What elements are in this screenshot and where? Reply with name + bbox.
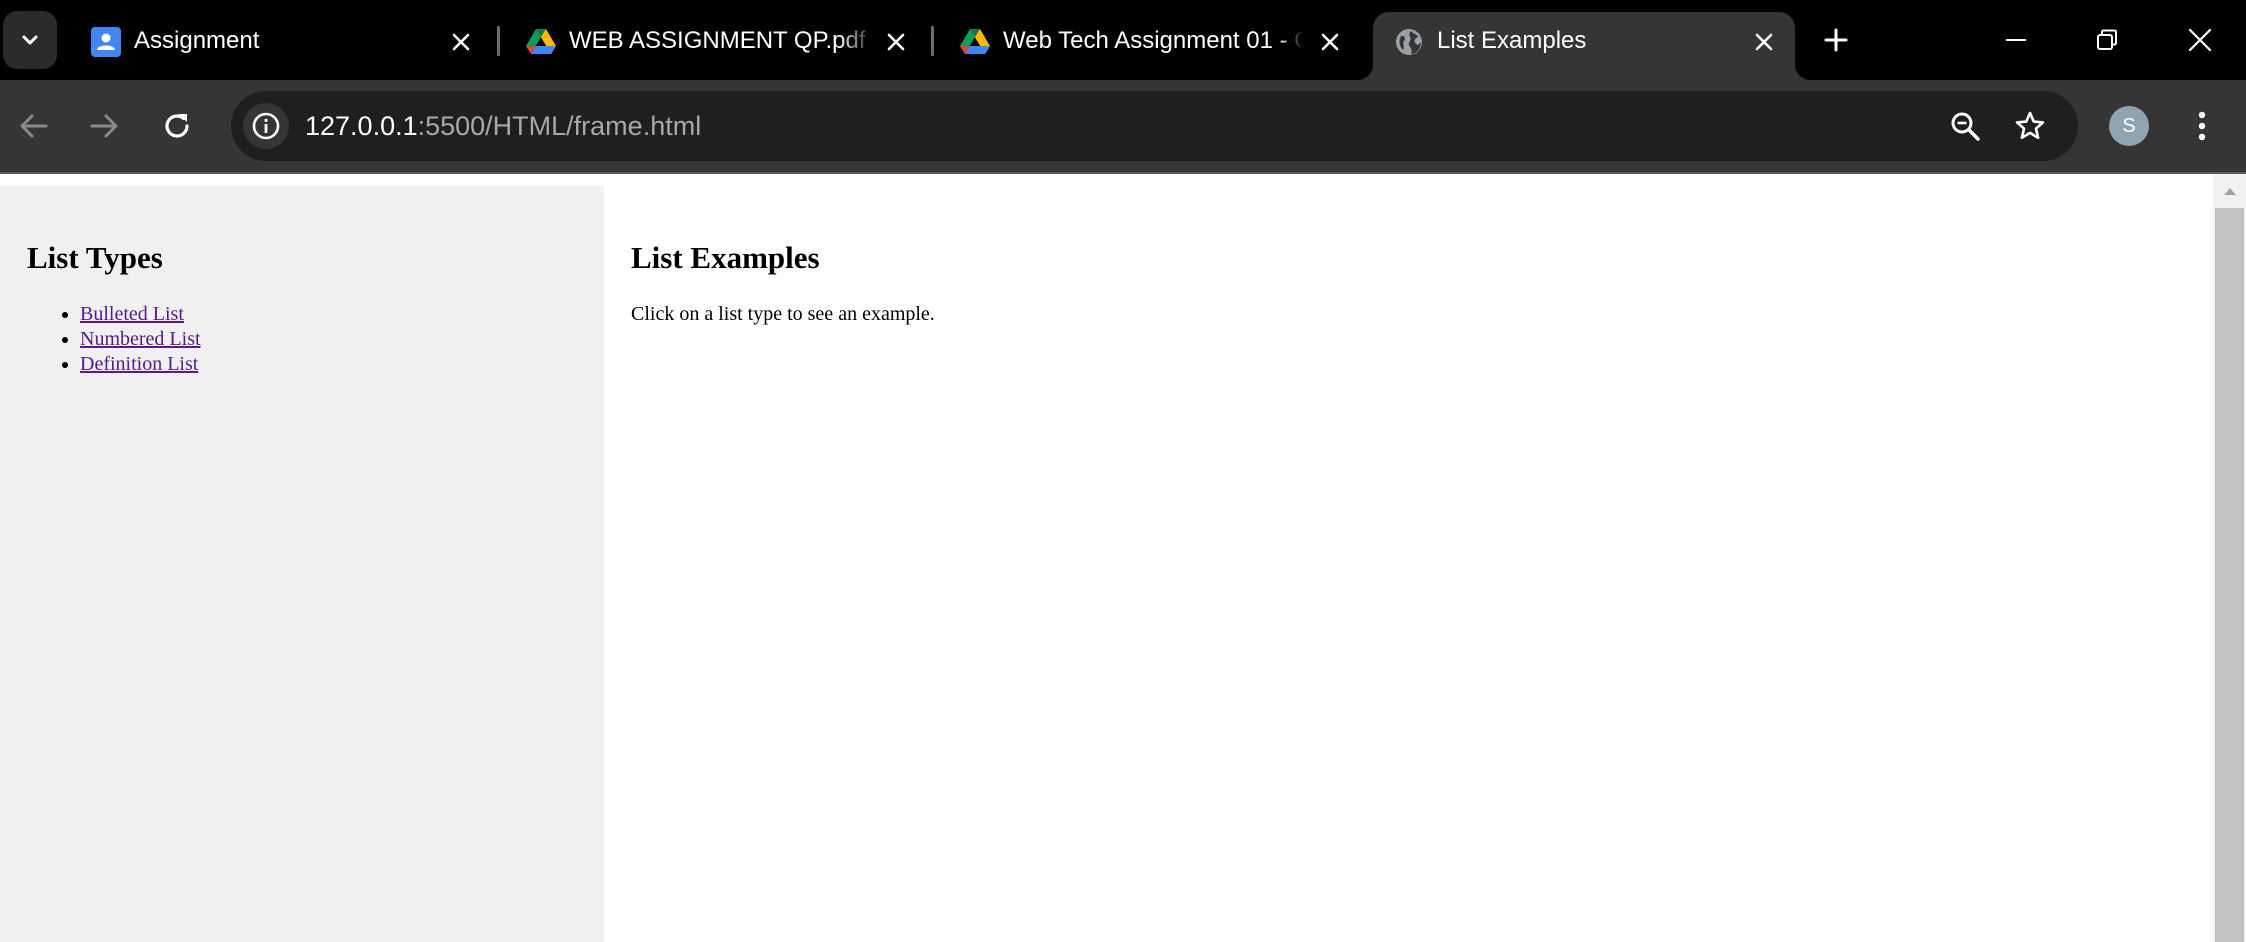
triangle-up-icon xyxy=(2223,188,2236,195)
list-item: Bulleted List xyxy=(80,302,201,327)
list-examples-heading: List Examples xyxy=(631,240,820,275)
back-button[interactable] xyxy=(10,102,58,150)
tab-close-button[interactable] xyxy=(1749,27,1779,57)
browser-menu-button[interactable] xyxy=(2182,102,2222,150)
site-info-button[interactable] xyxy=(243,103,289,149)
tab-title: WEB ASSIGNMENT QP.pdf - Google Drive xyxy=(569,27,875,54)
browser-toolbar: 127.0.0.1:5500/HTML/frame.html S xyxy=(0,80,2246,172)
tab-title: Web Tech Assignment 01 - Google Drive xyxy=(1003,27,1303,54)
list-item: Numbered List xyxy=(80,327,201,352)
close-icon xyxy=(1321,33,1339,51)
info-icon xyxy=(252,112,280,140)
tab-list-examples[interactable]: List Examples xyxy=(1357,12,1811,80)
numbered-list-link[interactable]: Numbered List xyxy=(80,328,201,350)
tab-close-button[interactable] xyxy=(881,27,911,57)
tab-separator xyxy=(497,26,500,56)
google-drive-icon xyxy=(960,29,990,54)
star-icon xyxy=(2015,111,2045,139)
close-icon xyxy=(2188,28,2212,52)
tab-web-assignment-qp[interactable]: WEB ASSIGNMENT QP.pdf - Google Drive xyxy=(505,12,925,80)
zoom-button[interactable] xyxy=(1945,106,1985,146)
forward-button[interactable] xyxy=(80,102,128,150)
close-icon xyxy=(452,33,470,51)
address-bar[interactable]: 127.0.0.1:5500/HTML/frame.html xyxy=(231,91,2078,161)
bookmark-button[interactable] xyxy=(2010,106,2050,146)
page-viewport: List Types Bulleted List Numbered List D… xyxy=(0,172,2246,942)
list-types-heading: List Types xyxy=(27,240,163,275)
tab-strip: Assignment WEB ASSIGNMENT QP.pdf - Googl… xyxy=(0,0,2246,80)
close-icon xyxy=(887,33,905,51)
plus-icon xyxy=(1824,28,1848,52)
list-types-frame: List Types Bulleted List Numbered List D… xyxy=(0,186,604,942)
tab-title: List Examples xyxy=(1437,27,1587,54)
scrollbar-thumb[interactable] xyxy=(2215,208,2244,942)
chevron-down-icon xyxy=(22,35,38,45)
restore-icon xyxy=(2097,29,2117,50)
list-types-list: Bulleted List Numbered List Definition L… xyxy=(80,302,201,377)
restore-button[interactable] xyxy=(2087,18,2127,62)
globe-icon xyxy=(1396,29,1422,55)
close-window-button[interactable] xyxy=(2180,18,2220,62)
list-item: Definition List xyxy=(80,352,201,377)
google-drive-icon xyxy=(526,29,556,54)
tab-close-button[interactable] xyxy=(446,27,476,57)
arrow-right-icon xyxy=(90,114,118,138)
reload-button[interactable] xyxy=(153,102,201,150)
instruction-text: Click on a list type to see an example. xyxy=(631,303,935,325)
minimize-button[interactable] xyxy=(1996,18,2036,62)
tab-search-button[interactable] xyxy=(3,11,57,69)
vertical-scrollbar[interactable] xyxy=(2213,174,2246,942)
url-host: 127.0.0.1 xyxy=(305,111,418,141)
close-icon xyxy=(1755,33,1773,51)
tab-close-button[interactable] xyxy=(1315,27,1345,57)
minimize-icon xyxy=(2006,39,2026,41)
tab-separator xyxy=(931,26,934,56)
tab-title: Assignment xyxy=(134,27,260,54)
reload-icon xyxy=(165,114,189,138)
bulleted-list-link[interactable]: Bulleted List xyxy=(80,303,184,325)
tab-web-tech-assignment[interactable]: Web Tech Assignment 01 - Google Drive xyxy=(939,12,1359,80)
new-tab-button[interactable] xyxy=(1818,18,1854,62)
zoom-out-icon xyxy=(1951,112,1980,141)
tab-assignment[interactable]: Assignment xyxy=(70,12,490,80)
arrow-left-icon xyxy=(20,114,48,138)
url-path: :5500/HTML/frame.html xyxy=(417,111,702,141)
definition-list-link[interactable]: Definition List xyxy=(80,353,198,375)
profile-avatar[interactable]: S xyxy=(2109,106,2149,146)
url-text[interactable]: 127.0.0.1:5500/HTML/frame.html xyxy=(305,91,701,161)
scroll-up-button[interactable] xyxy=(2213,174,2246,208)
more-vertical-icon xyxy=(2198,111,2206,141)
list-examples-frame: List Examples Click on a list type to se… xyxy=(604,186,2213,942)
classroom-person-icon xyxy=(91,27,121,57)
